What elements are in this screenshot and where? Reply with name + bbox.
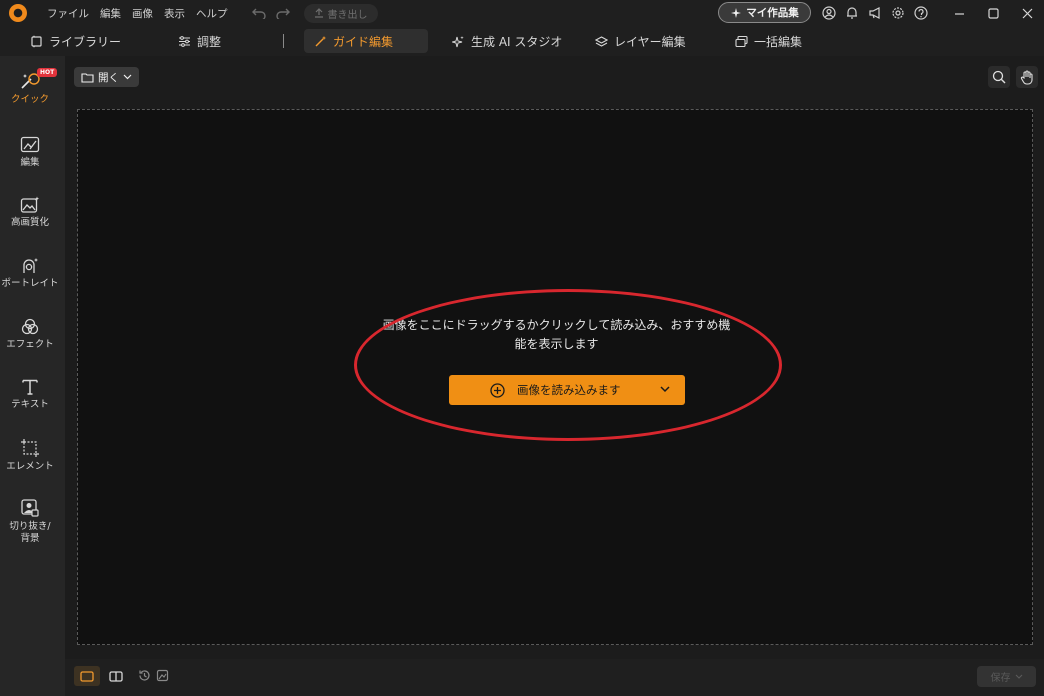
tab-layer-edit[interactable]: レイヤー編集 xyxy=(585,29,696,53)
sidebar-item-label: テキスト xyxy=(11,399,49,410)
portrait-icon xyxy=(20,257,40,275)
my-works-button[interactable]: マイ作品集 xyxy=(718,2,811,23)
minimize-icon[interactable] xyxy=(942,0,976,26)
tab-batch-edit[interactable]: 一括編集 xyxy=(725,29,812,53)
save-label: 保存 xyxy=(990,673,1011,684)
sidebar-item-label: クイック xyxy=(10,94,49,105)
highlight-annotation-oval xyxy=(354,289,782,441)
tab-adjust[interactable]: 調整 xyxy=(168,29,231,53)
tab-library-label: ライブラリー xyxy=(49,34,122,49)
undo-icon[interactable] xyxy=(251,7,266,19)
mode-tab-bar: ライブラリー 調整 ガイド編集 生成 AI スタジオ レイヤー編集 一括編集 xyxy=(0,26,1044,56)
sparkle-icon xyxy=(452,35,465,48)
menu-help[interactable]: ヘルプ xyxy=(196,6,228,21)
batch-icon xyxy=(735,35,748,48)
layers-icon xyxy=(595,35,608,48)
export-icon xyxy=(314,8,324,18)
save-button[interactable]: 保存 xyxy=(977,666,1036,687)
hot-badge: HOT xyxy=(37,68,58,77)
menu-view[interactable]: 表示 xyxy=(164,6,185,21)
effects-icon xyxy=(20,318,40,336)
gear-icon[interactable] xyxy=(889,4,907,22)
element-icon xyxy=(20,438,40,458)
tool-sidebar: HOT クイック 編集 高画質化 ポートレイト エフェクト テキスト エレメント… xyxy=(0,56,65,696)
close-icon[interactable] xyxy=(1010,0,1044,26)
sidebar-item-element[interactable]: エレメント xyxy=(0,438,60,473)
single-view-button[interactable] xyxy=(74,666,100,686)
sidebar-item-cutout[interactable]: 切り抜き/ 背景 xyxy=(0,498,60,545)
tab-batch-edit-label: 一括編集 xyxy=(754,34,803,49)
help-icon[interactable] xyxy=(912,4,930,22)
magic-wand-icon xyxy=(314,35,327,48)
chevron-down-icon xyxy=(1015,674,1023,680)
image-drop-zone[interactable]: 画像をここにドラッグするかクリックして読み込み、おすすめ機能を表示します 画像を… xyxy=(77,109,1033,645)
text-icon xyxy=(20,378,40,396)
open-label: 開く xyxy=(98,71,119,84)
sidebar-item-effects[interactable]: エフェクト xyxy=(0,318,60,351)
menu-image[interactable]: 画像 xyxy=(132,6,153,21)
export-button[interactable]: 書き出し xyxy=(303,3,378,23)
sidebar-item-label: 切り抜き/ 背景 xyxy=(9,521,51,544)
sidebar-item-quick[interactable]: HOT クイック xyxy=(0,68,60,106)
image-edit-icon xyxy=(20,136,40,154)
sidebar-item-label: 高画質化 xyxy=(10,217,49,228)
view-tools xyxy=(988,66,1038,88)
tab-ai-studio-label: 生成 AI スタジオ xyxy=(471,34,563,49)
compare-icon[interactable] xyxy=(156,669,169,682)
tab-layer-edit-label: レイヤー編集 xyxy=(614,34,686,49)
tab-adjust-label: 調整 xyxy=(197,34,222,49)
open-button[interactable]: 開く xyxy=(74,67,139,87)
sidebar-item-label: ポートレイト xyxy=(1,278,59,289)
menu-bar: ファイル 編集 画像 表示 ヘルプ xyxy=(47,6,228,21)
title-bar: ファイル 編集 画像 表示 ヘルプ 書き出し マイ作品集 xyxy=(0,0,1044,26)
canvas-area: 画像をここにドラッグするかクリックして読み込み、おすすめ機能を表示します 画像を… xyxy=(65,96,1044,659)
split-view-icon xyxy=(109,670,123,682)
history-tools xyxy=(138,669,169,682)
tab-guided-edit[interactable]: ガイド編集 xyxy=(304,29,428,53)
hand-pan-icon[interactable] xyxy=(1016,66,1038,88)
single-view-icon xyxy=(80,670,94,682)
account-icon[interactable] xyxy=(820,4,838,22)
bottom-bar: 保存 xyxy=(65,659,1044,696)
my-works-label: マイ作品集 xyxy=(746,7,799,19)
folder-icon xyxy=(81,72,94,83)
history-icon[interactable] xyxy=(138,669,151,682)
sidebar-item-label: エレメント xyxy=(6,461,54,472)
maximize-icon[interactable] xyxy=(976,0,1010,26)
chevron-down-icon xyxy=(123,74,132,80)
tab-divider xyxy=(283,34,284,48)
sidebar-item-portrait[interactable]: ポートレイト xyxy=(0,257,60,290)
megaphone-icon[interactable] xyxy=(866,4,884,22)
sidebar-item-label: 編集 xyxy=(20,157,40,168)
tab-guided-edit-label: ガイド編集 xyxy=(333,34,394,49)
tab-library[interactable]: ライブラリー xyxy=(20,29,131,53)
cutout-background-icon xyxy=(20,498,40,518)
sidebar-item-text[interactable]: テキスト xyxy=(0,378,60,411)
sidebar-item-label: エフェクト xyxy=(6,339,54,350)
canvas-toolbar: 開く xyxy=(65,56,1044,96)
app-logo xyxy=(9,4,27,22)
titlebar-icons xyxy=(820,4,930,22)
undo-redo-group xyxy=(251,7,290,19)
image-enhance-icon xyxy=(20,196,40,214)
split-view-button[interactable] xyxy=(105,666,127,686)
sidebar-item-edit[interactable]: 編集 xyxy=(0,136,60,169)
sparkle-icon xyxy=(730,7,742,19)
menu-file[interactable]: ファイル xyxy=(47,6,89,21)
zoom-search-icon[interactable] xyxy=(988,66,1010,88)
export-label: 書き出し xyxy=(327,9,368,21)
window-controls xyxy=(942,0,1044,26)
sliders-icon xyxy=(178,35,191,48)
bell-icon[interactable] xyxy=(843,4,861,22)
library-icon xyxy=(30,35,43,48)
menu-edit[interactable]: 編集 xyxy=(100,6,121,21)
tab-ai-studio[interactable]: 生成 AI スタジオ xyxy=(442,29,572,53)
sidebar-item-enhance[interactable]: 高画質化 xyxy=(0,196,60,229)
redo-icon[interactable] xyxy=(275,7,290,19)
